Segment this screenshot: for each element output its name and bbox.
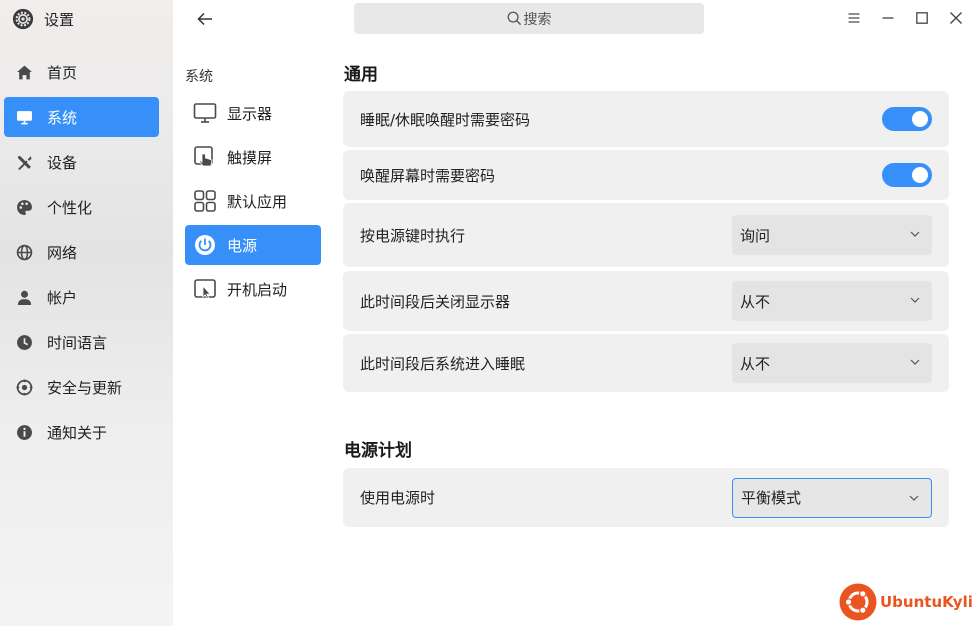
sidebar-item-label: 系统 [47,108,78,127]
maximize-icon [916,12,928,24]
minimize-button[interactable] [878,8,898,28]
autostart-icon [194,279,216,300]
subnav-item-touchscreen[interactable]: 触摸屏 [185,137,321,177]
subnav-item-label: 开机启动 [227,280,288,299]
settings-gear-icon [12,8,34,30]
brand-name: UbuntuKylin [880,593,973,611]
app-title: 设置 [12,8,74,30]
close-button[interactable] [946,8,966,28]
arrow-left-icon [197,12,212,26]
setting-row-display-off: 此时间段后关闭显示器 从不 [343,271,949,331]
sidebar-item-personalize[interactable]: 个性化 [4,187,159,227]
subnav-item-label: 显示器 [227,104,273,123]
sidebar-item-time-language[interactable]: 时间语言 [4,322,159,362]
select-value: 从不 [740,354,771,373]
sidebar-item-home[interactable]: 首页 [4,52,159,92]
chevron-down-icon [910,359,920,365]
chevron-down-icon [910,231,920,237]
maximize-button[interactable] [912,8,932,28]
sidebar-item-label: 网络 [47,243,78,262]
app-title-text: 设置 [44,10,75,29]
select-value: 从不 [740,292,771,311]
sidebar-item-devices[interactable]: 设备 [4,142,159,182]
clock-icon [17,334,32,350]
globe-icon [16,244,33,260]
screen-password-toggle[interactable] [882,163,932,187]
user-icon [17,290,32,305]
sidebar: 设置 首页 系统 设备 个性化 网络 帐户 时间语言 安全与更新 通知关于 [0,0,173,626]
sleep-password-toggle[interactable] [882,107,932,131]
minimize-icon [882,17,894,19]
ubuntukylin-watermark: UbuntuKylin [839,583,973,621]
power-plan-select[interactable]: 平衡模式 [732,477,932,518]
power-key-select[interactable]: 询问 [732,215,932,255]
sidebar-item-notifications-about[interactable]: 通知关于 [4,412,159,452]
sidebar-item-system[interactable]: 系统 [4,97,159,137]
section-title-general: 通用 [344,65,378,85]
monitor-icon [17,110,32,124]
subnav-item-autostart[interactable]: 开机启动 [185,269,321,309]
subnav-item-default-apps[interactable]: 默认应用 [185,181,321,221]
search-icon [507,11,521,26]
sleep-after-select[interactable]: 从不 [732,343,932,383]
subnav: 显示器 触摸屏 默认应用 电源 开机启动 [185,93,321,313]
subnav-item-label: 触摸屏 [227,148,273,167]
sidebar-item-label: 安全与更新 [47,378,123,397]
home-icon [17,65,32,79]
hamburger-menu-icon [848,13,860,23]
setting-row-sleep-password: 睡眠/休眠唤醒时需要密码 [343,91,949,147]
sidebar-item-network[interactable]: 网络 [4,232,159,272]
sidebar-item-label: 首页 [47,63,78,82]
section-title-power-plan: 电源计划 [344,441,412,461]
display-icon [193,103,217,123]
sidebar-item-account[interactable]: 帐户 [4,277,159,317]
search-placeholder: 搜索 [523,11,552,28]
select-value: 平衡模式 [741,489,802,507]
subnav-title: 系统 [185,69,213,85]
palette-icon [17,199,32,215]
touchscreen-icon [194,146,213,167]
setting-label: 唤醒屏幕时需要密码 [360,166,496,185]
sidebar-nav: 首页 系统 设备 个性化 网络 帐户 时间语言 安全与更新 通知关于 [4,52,159,457]
setting-row-power-key: 按电源键时执行 询问 [343,203,949,267]
info-icon [17,424,32,440]
search-input[interactable]: 搜索 [354,3,704,34]
menu-button[interactable] [844,8,864,28]
power-icon [195,235,215,255]
select-value: 询问 [740,226,771,245]
subnav-item-label: 默认应用 [227,192,288,211]
sidebar-item-label: 个性化 [47,198,93,217]
tools-icon [18,155,32,170]
setting-row-sleep-after: 此时间段后系统进入睡眠 从不 [343,334,949,392]
sidebar-item-label: 通知关于 [47,423,108,442]
subnav-item-display[interactable]: 显示器 [185,93,321,133]
sidebar-item-label: 帐户 [47,288,78,307]
apps-grid-icon [194,190,216,212]
sidebar-item-label: 时间语言 [47,333,108,352]
chevron-down-icon [909,495,919,501]
sidebar-item-label: 设备 [47,153,78,172]
setting-row-on-power: 使用电源时 平衡模式 [343,468,949,527]
close-icon [950,12,962,24]
back-button[interactable] [194,8,216,30]
setting-row-screen-password: 唤醒屏幕时需要密码 [343,150,949,200]
chevron-down-icon [910,297,920,303]
subnav-item-label: 电源 [227,236,258,255]
ubuntukylin-logo-icon [839,583,877,621]
sidebar-item-security[interactable]: 安全与更新 [4,367,159,407]
subnav-item-power[interactable]: 电源 [185,225,321,265]
setting-label: 睡眠/休眠唤醒时需要密码 [360,110,531,129]
display-off-select[interactable]: 从不 [732,281,932,321]
shield-icon [16,379,33,395]
